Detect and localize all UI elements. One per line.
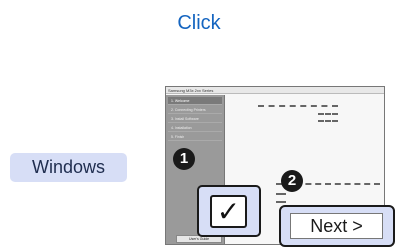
step-2-badge: 2	[281, 170, 303, 192]
page-title: Click	[177, 12, 221, 34]
checkbox-callout: ✓	[197, 185, 261, 237]
next-button[interactable]: Next >	[290, 213, 383, 239]
sidebar-item-connecting[interactable]: 2. Connecting Printers	[168, 106, 222, 114]
sidebar-item-install[interactable]: 3. Install Software	[168, 115, 222, 123]
sidebar-item-finish[interactable]: 5. Finish	[168, 133, 222, 141]
window-title: Samsung M3x 2xx Series	[166, 87, 384, 94]
next-button-callout: Next >	[279, 205, 395, 247]
sidebar-item-installation[interactable]: 4. Installation	[168, 124, 222, 132]
sidebar-item-welcome[interactable]: 1. Welcome	[168, 97, 222, 105]
content-line	[318, 120, 338, 123]
content-line	[318, 113, 338, 116]
os-badge: Windows	[10, 153, 127, 182]
content-line	[258, 105, 338, 108]
content-line	[276, 193, 286, 196]
step-1-badge: 1	[173, 148, 195, 170]
content-line	[276, 201, 286, 204]
check-icon[interactable]: ✓	[210, 195, 247, 228]
